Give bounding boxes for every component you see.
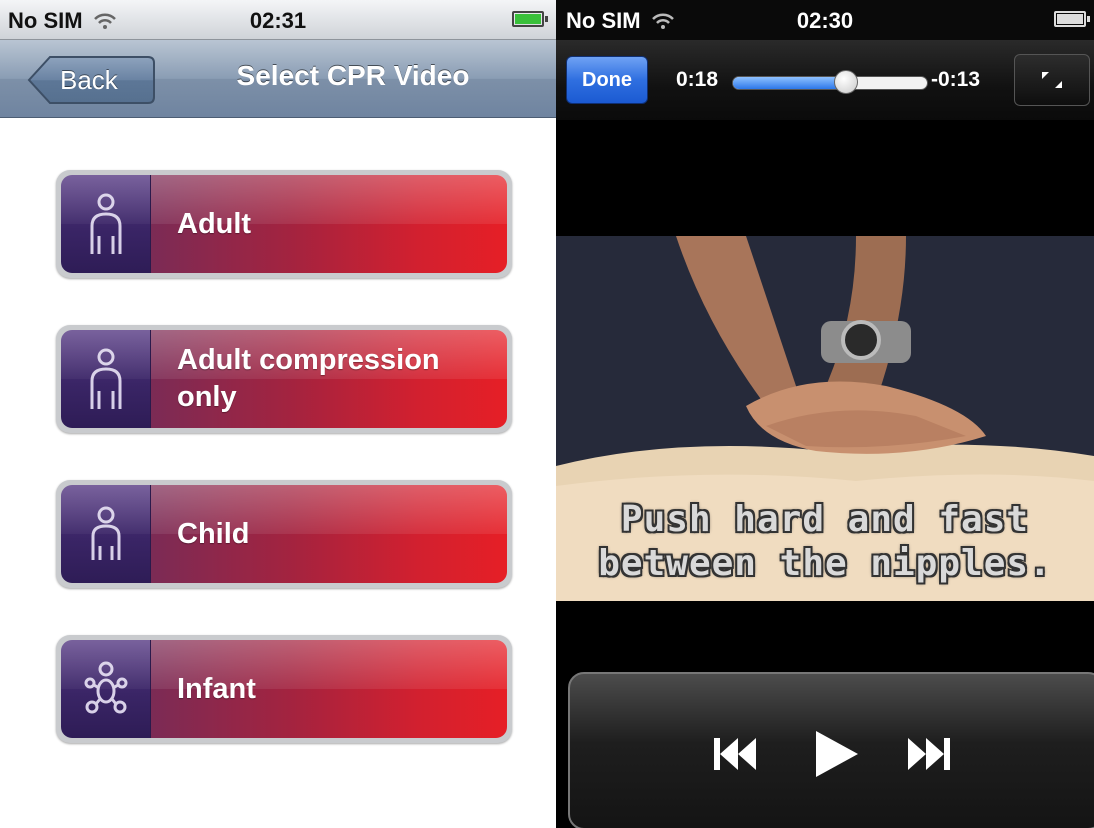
adult-icon xyxy=(90,193,121,254)
subtitle-line2: between the nipples. xyxy=(598,543,1052,584)
expand-icon xyxy=(1042,72,1062,88)
icon-panel xyxy=(61,640,151,738)
option-label-line2: only xyxy=(177,381,237,413)
video-subtitle: Push hard and fast between the nipples. xyxy=(556,498,1094,586)
clock: 02:31 xyxy=(249,8,307,33)
scrubber-thumb[interactable] xyxy=(833,70,858,94)
option-label: Adult xyxy=(177,207,252,240)
playback-controls xyxy=(568,672,1094,828)
label-panel: Adult compression only xyxy=(151,330,507,428)
fullscreen-toggle-button[interactable] xyxy=(1014,54,1090,106)
previous-track-icon xyxy=(714,738,756,770)
label-panel: Adult xyxy=(151,175,507,273)
infant-video-button[interactable]: Infant xyxy=(56,635,512,743)
back-label: Back xyxy=(60,65,118,95)
remaining-time: -0:13 xyxy=(931,68,981,91)
option-label: Adult compression only xyxy=(177,342,440,416)
status-bar: No SIM 02:31 xyxy=(0,0,556,40)
subtitle-line1: Push hard and fast xyxy=(620,499,1030,540)
status-bar: No SIM 02:30 xyxy=(556,0,1094,40)
label-panel: Infant xyxy=(151,640,507,738)
done-button[interactable]: Done xyxy=(566,56,648,104)
play-button[interactable] xyxy=(806,724,866,784)
page-title: Select CPR Video xyxy=(236,60,470,91)
progress-scrubber[interactable] xyxy=(732,76,928,90)
icon-panel xyxy=(61,330,151,428)
next-track-button[interactable] xyxy=(900,724,960,784)
cpr-video-select-screen: No SIM 02:31 Back Select CPR Video Adult… xyxy=(0,0,556,828)
option-label: Infant xyxy=(177,672,256,705)
adult-compression-only-video-button[interactable]: Adult compression only xyxy=(56,325,512,433)
adult-icon xyxy=(90,348,121,409)
next-track-icon xyxy=(908,738,950,770)
play-icon xyxy=(816,731,858,777)
clock: 02:30 xyxy=(796,8,854,33)
icon-panel xyxy=(61,485,151,583)
battery-icon xyxy=(1054,11,1090,27)
child-video-button[interactable]: Child xyxy=(56,480,512,588)
option-label: Child xyxy=(177,517,250,550)
icon-panel xyxy=(61,175,151,273)
infant-icon xyxy=(84,661,127,714)
played-portion xyxy=(733,77,846,89)
player-top-bar: Done 0:18 -0:13 xyxy=(556,40,1094,120)
option-label-line1: Adult compression xyxy=(177,344,440,376)
previous-track-button[interactable] xyxy=(704,724,764,784)
adult-video-button[interactable]: Adult xyxy=(56,170,512,278)
video-frame[interactable]: Push hard and fast between the nipples. xyxy=(556,236,1094,601)
video-player-screen: No SIM 02:30 Done 0:18 -0:13 Push hard a… xyxy=(556,0,1094,828)
label-panel: Child xyxy=(151,485,507,583)
elapsed-time: 0:18 xyxy=(676,68,719,91)
battery-icon xyxy=(512,11,548,27)
child-icon xyxy=(91,506,120,560)
navigation-bar: Back Select CPR Video xyxy=(0,40,556,118)
back-button[interactable]: Back xyxy=(26,55,156,105)
